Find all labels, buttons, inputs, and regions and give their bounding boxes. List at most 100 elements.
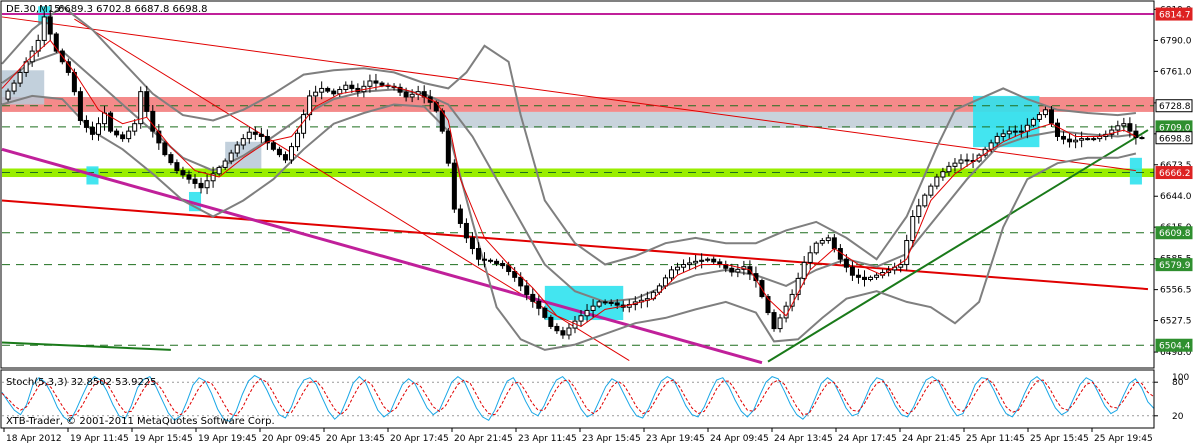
candle-body-24 bbox=[144, 91, 150, 112]
candle-body-80 bbox=[482, 258, 488, 261]
candle-body-160 bbox=[964, 159, 970, 162]
candle-body-122 bbox=[735, 268, 741, 273]
stochastic-title: Stoch(5,3,3) 32.8502 53.9225 bbox=[6, 377, 157, 388]
candle-body-111 bbox=[668, 269, 674, 279]
candle-body-83 bbox=[500, 262, 506, 267]
candle-body-168 bbox=[1012, 130, 1018, 133]
candle-body-171 bbox=[1030, 118, 1036, 126]
price-tick-label-9: 6761.0 bbox=[1160, 67, 1192, 77]
candle-body-172 bbox=[1036, 114, 1042, 120]
time-tick-label-4: 20 Apr 09:45 bbox=[262, 434, 321, 444]
candle-body-99 bbox=[596, 301, 602, 307]
candle-body-13 bbox=[77, 91, 83, 121]
candle-body-34 bbox=[204, 180, 210, 189]
candle-body-129 bbox=[777, 317, 783, 330]
candle-body-29 bbox=[174, 162, 180, 172]
candle-body-74 bbox=[445, 130, 451, 164]
candle-body-27 bbox=[162, 142, 168, 156]
time-tick-label-8: 23 Apr 11:45 bbox=[518, 434, 577, 444]
candle-body-79 bbox=[475, 248, 481, 260]
candle-body-156 bbox=[940, 171, 946, 178]
candle-body-78 bbox=[469, 237, 475, 250]
time-tick-label-5: 20 Apr 13:45 bbox=[326, 434, 385, 444]
candle-body-88 bbox=[530, 293, 536, 302]
time-tick-label-6: 20 Apr 17:45 bbox=[390, 434, 449, 444]
candle-body-76 bbox=[457, 208, 463, 224]
candle-body-133 bbox=[801, 261, 807, 279]
candle-body-186 bbox=[1121, 123, 1127, 127]
candle-body-81 bbox=[488, 259, 494, 262]
candle-body-53 bbox=[319, 87, 325, 93]
candle-body-134 bbox=[807, 252, 813, 263]
candle-body-98 bbox=[590, 305, 596, 311]
candle-body-2 bbox=[11, 82, 17, 92]
time-tick-label-0: 18 Apr 2012 bbox=[6, 434, 62, 444]
candle-body-75 bbox=[451, 162, 457, 210]
time-tick-label-1: 19 Apr 11:45 bbox=[70, 434, 129, 444]
candle-body-61 bbox=[367, 80, 373, 87]
candle-body-113 bbox=[681, 264, 687, 268]
candle-body-86 bbox=[518, 276, 524, 287]
candle-body-165 bbox=[994, 135, 1000, 144]
candle-body-96 bbox=[578, 315, 584, 322]
price-tick-label-2: 6556.5 bbox=[1160, 286, 1192, 296]
stochastic-panel bbox=[1, 374, 1155, 423]
price-label-1: 6728.8 bbox=[1159, 102, 1191, 112]
red-trend-lower bbox=[1, 199, 1149, 291]
copyright-text: XTB-Trader, © 2001-2011 MetaQuotes Softw… bbox=[6, 416, 275, 427]
candle-body-41 bbox=[246, 131, 252, 140]
trading-chart: 6498.06527.56556.56585.56615.06644.06673… bbox=[0, 0, 1193, 444]
candle-body-8 bbox=[47, 16, 53, 35]
candle-body-151 bbox=[910, 216, 916, 242]
candle-body-178 bbox=[1073, 139, 1079, 143]
candle-body-143 bbox=[861, 276, 867, 280]
candle-body-180 bbox=[1085, 138, 1091, 141]
time-tick-label-17: 25 Apr 19:45 bbox=[1094, 434, 1153, 444]
candle-body-16 bbox=[96, 123, 102, 135]
stoch-tick-label-1: 20 bbox=[1172, 412, 1184, 422]
candle-body-157 bbox=[946, 165, 952, 173]
candle-body-112 bbox=[675, 266, 681, 271]
candle-body-21 bbox=[126, 130, 132, 140]
candle-body-82 bbox=[494, 260, 500, 264]
candle-body-135 bbox=[813, 242, 819, 254]
bollinger-upper-line bbox=[1, 5, 1137, 266]
candle-body-68 bbox=[409, 93, 415, 98]
candle-body-30 bbox=[180, 170, 186, 176]
price-label-6: 6579.9 bbox=[1159, 261, 1191, 271]
candle-body-189 bbox=[1139, 137, 1145, 140]
time-tick-label-3: 19 Apr 19:45 bbox=[198, 434, 257, 444]
candle-body-97 bbox=[584, 309, 590, 317]
time-tick-label-15: 25 Apr 11:45 bbox=[966, 434, 1025, 444]
candle-body-49 bbox=[295, 132, 301, 148]
candle-body-40 bbox=[240, 138, 246, 146]
time-tick-label-7: 20 Apr 21:45 bbox=[454, 434, 513, 444]
price-label-7: 6504.4 bbox=[1159, 342, 1191, 352]
candle-body-55 bbox=[331, 90, 337, 95]
candle-body-67 bbox=[403, 91, 409, 98]
candle-body-116 bbox=[699, 259, 705, 262]
green-trend bbox=[767, 129, 1149, 363]
magenta-trend bbox=[1, 147, 763, 365]
candle-body-149 bbox=[898, 264, 904, 268]
candle-body-177 bbox=[1067, 138, 1073, 143]
candle-body-47 bbox=[282, 154, 288, 161]
candle-body-42 bbox=[252, 131, 258, 135]
candle-body-145 bbox=[874, 274, 880, 278]
candle-body-33 bbox=[198, 182, 204, 189]
candle-body-28 bbox=[168, 154, 174, 164]
candle-body-152 bbox=[916, 205, 922, 218]
candle-body-39 bbox=[234, 144, 240, 154]
candle-body-46 bbox=[276, 148, 282, 156]
candle-body-15 bbox=[89, 126, 95, 135]
candle-body-142 bbox=[855, 274, 861, 278]
time-tick-label-13: 24 Apr 17:45 bbox=[838, 434, 897, 444]
candle-body-114 bbox=[687, 262, 693, 266]
candle-body-62 bbox=[373, 80, 379, 84]
candle-body-25 bbox=[150, 110, 156, 132]
red-moving-average-line bbox=[1, 39, 1137, 327]
shadow-zone bbox=[436, 111, 1040, 128]
highlight-box-7 bbox=[1129, 157, 1142, 185]
candle-body-43 bbox=[258, 133, 264, 137]
candle-body-128 bbox=[771, 312, 777, 330]
